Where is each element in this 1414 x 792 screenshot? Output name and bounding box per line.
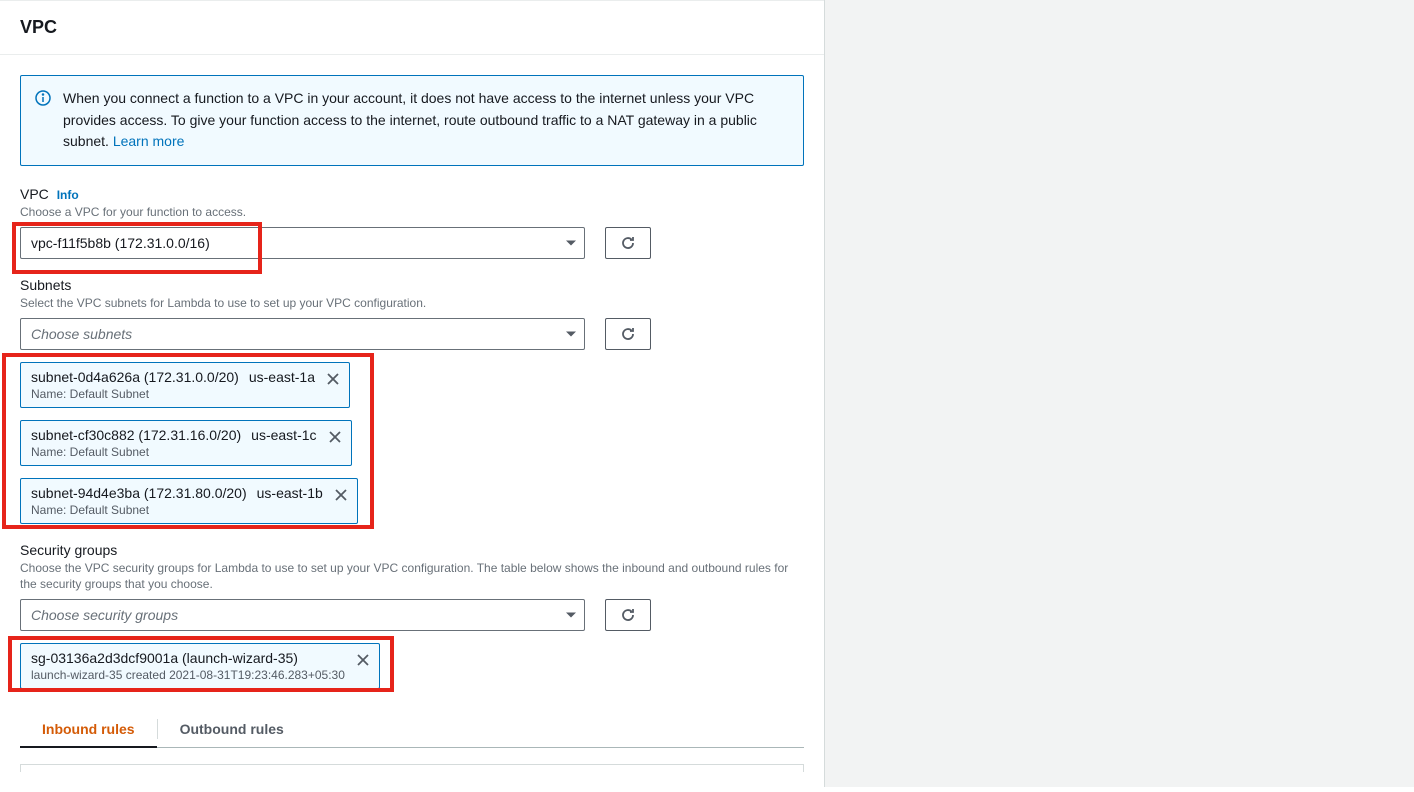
sg-placeholder: Choose security groups <box>31 607 178 623</box>
vpc-desc: Choose a VPC for your function to access… <box>20 204 804 221</box>
subnets-placeholder: Choose subnets <box>31 326 132 342</box>
vpc-info-link[interactable]: Info <box>57 188 79 202</box>
refresh-icon <box>620 235 636 251</box>
sg-label: Security groups <box>20 542 804 558</box>
subnets-refresh-button[interactable] <box>605 318 651 350</box>
close-icon <box>327 429 343 445</box>
sg-select[interactable]: Choose security groups <box>20 599 585 631</box>
rules-table-top <box>20 764 804 772</box>
close-icon <box>333 487 349 503</box>
vpc-label: VPC Info <box>20 186 804 202</box>
subnets-select[interactable]: Choose subnets <box>20 318 585 350</box>
vpc-refresh-button[interactable] <box>605 227 651 259</box>
remove-subnet-button[interactable] <box>325 371 341 387</box>
tab-outbound-rules[interactable]: Outbound rules <box>158 711 306 747</box>
panel-title: VPC <box>20 17 804 38</box>
refresh-icon <box>620 607 636 623</box>
subnets-label: Subnets <box>20 277 804 293</box>
sg-desc: Choose the VPC security groups for Lambd… <box>20 560 804 594</box>
close-icon <box>355 652 371 668</box>
subnet-tags: subnet-0d4a626a (172.31.0.0/20)us-east-1… <box>20 362 804 524</box>
refresh-icon <box>620 326 636 342</box>
sg-tags: sg-03136a2d3dcf9001a (launch-wizard-35) … <box>20 643 804 689</box>
remove-sg-button[interactable] <box>355 652 371 668</box>
right-sidebar <box>825 0 1414 787</box>
info-icon <box>35 90 51 106</box>
close-icon <box>325 371 341 387</box>
remove-subnet-button[interactable] <box>327 429 343 445</box>
tab-inbound-rules[interactable]: Inbound rules <box>20 711 157 747</box>
remove-subnet-button[interactable] <box>333 487 349 503</box>
vpc-select-value: vpc-f11f5b8b (172.31.0.0/16) <box>31 235 210 251</box>
rules-tabs: Inbound rules Outbound rules <box>20 711 804 748</box>
vpc-info-alert: When you connect a function to a VPC in … <box>20 75 804 166</box>
sg-tag: sg-03136a2d3dcf9001a (launch-wizard-35) … <box>20 643 380 689</box>
subnet-tag: subnet-0d4a626a (172.31.0.0/20)us-east-1… <box>20 362 350 408</box>
subnets-desc: Select the VPC subnets for Lambda to use… <box>20 295 804 312</box>
caret-down-icon <box>566 331 576 336</box>
learn-more-link[interactable]: Learn more <box>113 133 185 149</box>
sg-refresh-button[interactable] <box>605 599 651 631</box>
caret-down-icon <box>566 240 576 245</box>
caret-down-icon <box>566 613 576 618</box>
vpc-select[interactable]: vpc-f11f5b8b (172.31.0.0/16) <box>20 227 585 259</box>
subnet-tag: subnet-cf30c882 (172.31.16.0/20)us-east-… <box>20 420 352 466</box>
subnet-tag: subnet-94d4e3ba (172.31.80.0/20)us-east-… <box>20 478 358 524</box>
